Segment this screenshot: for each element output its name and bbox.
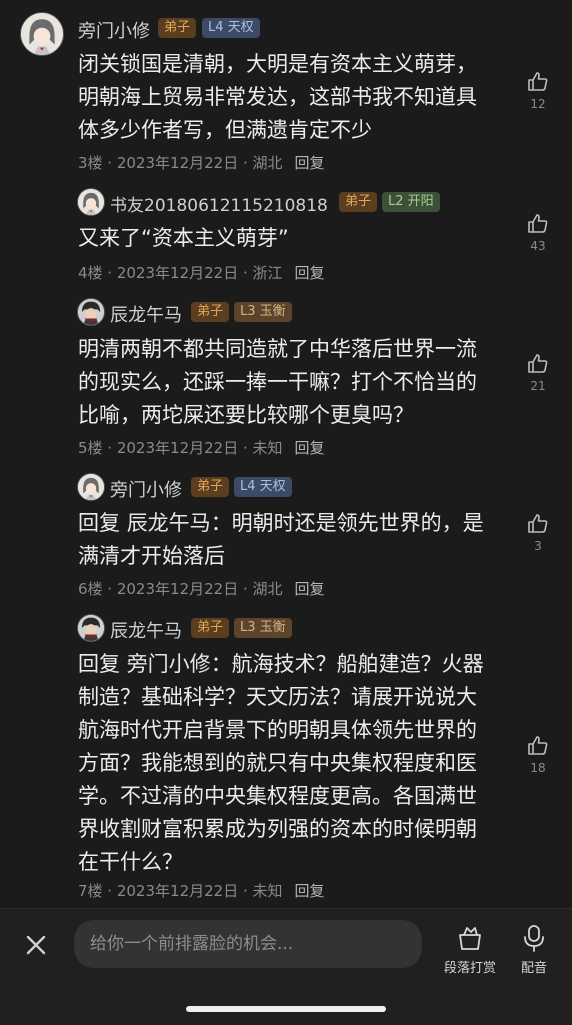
user-avatar[interactable] — [77, 614, 105, 642]
floor-date-location: 4楼 · 2023年12月22日 · 浙江 — [78, 264, 283, 282]
thumbs-up-icon — [528, 736, 548, 755]
disciple-badge: 弟子 — [191, 618, 230, 638]
like-button[interactable]: 43 — [522, 212, 554, 253]
disciple-badge: 弟子 — [158, 18, 197, 38]
tip-bag-icon — [459, 927, 481, 950]
disciple-badge: 弟子 — [191, 302, 230, 322]
comment-meta: 7楼 · 2023年12月22日 · 未知 回复 — [78, 880, 325, 901]
like-button[interactable]: 18 — [522, 734, 554, 775]
comment-meta: 3楼 · 2023年12月22日 · 湖北 回复 — [78, 152, 325, 173]
comment-meta: 5楼 · 2023年12月22日 · 未知 回复 — [78, 437, 325, 458]
reply-prefix: 回复 — [78, 511, 120, 535]
comment-text[interactable]: 又来了“资本主义萌芽” — [78, 222, 508, 255]
tip-label: 段落打赏 — [443, 961, 496, 976]
reply-button[interactable]: 回复 — [295, 580, 325, 598]
like-button[interactable]: 3 — [522, 512, 554, 553]
thumbs-up-icon — [528, 514, 548, 533]
like-count: 3 — [534, 539, 542, 553]
comment-input[interactable]: 给你一个前排露脸的机会... — [74, 920, 422, 968]
username[interactable]: 辰龙午马 — [110, 301, 182, 327]
username[interactable]: 辰龙午马 — [110, 617, 182, 643]
comment-text[interactable]: 回复 旁门小修：航海技术？船舶建造？火器 制造？基础科学？天文历法？请展开说说大… — [78, 648, 518, 879]
reply-button[interactable]: 回复 — [295, 264, 325, 282]
comment-text[interactable]: 明清两朝不都共同造就了中华落后世界一流 的现实么，还踩一捧一干嘛？打个不恰当的 … — [78, 333, 508, 432]
like-button[interactable]: 12 — [522, 70, 554, 111]
user-avatar[interactable] — [77, 188, 105, 216]
microphone-icon — [524, 925, 544, 952]
level-badge: L3 玉衡 — [234, 302, 292, 322]
paragraph-tip-button[interactable]: 段落打赏 — [440, 923, 500, 976]
like-count: 21 — [530, 379, 546, 393]
reply-button[interactable]: 回复 — [295, 439, 325, 457]
thumbs-up-icon — [528, 354, 548, 373]
disciple-badge: 弟子 — [191, 477, 230, 497]
reply-button[interactable]: 回复 — [295, 882, 325, 900]
level-badge: L2 开阳 — [382, 192, 440, 212]
like-button[interactable]: 21 — [522, 352, 554, 393]
username[interactable]: 书友20180612115210818 — [110, 191, 328, 216]
like-count: 12 — [530, 97, 546, 111]
voice-label: 配音 — [520, 961, 547, 976]
comment-text[interactable]: 闭关锁国是清朝，大明是有资本主义萌芽， 明朝海上贸易非常发达，这部书我不知道具 … — [78, 48, 508, 147]
level-badge: L3 玉衡 — [234, 618, 292, 638]
level-badge: L4 天权 — [234, 477, 292, 497]
mention-username[interactable]: 旁门小修 — [127, 652, 211, 676]
comment-list[interactable]: 旁门小修 弟子 L4 天权 闭关锁国是清朝，大明是有资本主义萌芽， 明朝海上贸易… — [0, 0, 572, 908]
mention-username[interactable]: 辰龙午马 — [127, 511, 211, 535]
comment-meta: 4楼 · 2023年12月22日 · 浙江 回复 — [78, 262, 325, 283]
username[interactable]: 旁门小修 — [78, 17, 150, 43]
user-avatar[interactable] — [20, 12, 64, 56]
reply-prefix: 回复 — [78, 652, 120, 676]
comment-text[interactable]: 回复 辰龙午马：明朝时还是领先世界的，是 满清才开始落后 — [78, 507, 508, 573]
voice-button[interactable]: 配音 — [512, 923, 556, 976]
floor-date-location: 3楼 · 2023年12月22日 · 湖北 — [78, 154, 283, 172]
user-avatar[interactable] — [77, 298, 105, 326]
close-button[interactable] — [22, 931, 50, 959]
floor-date-location: 5楼 · 2023年12月22日 · 未知 — [78, 439, 283, 457]
thumbs-up-icon — [528, 72, 548, 91]
reply-button[interactable]: 回复 — [295, 154, 325, 172]
floor-date-location: 6楼 · 2023年12月22日 · 湖北 — [78, 580, 283, 598]
disciple-badge: 弟子 — [339, 192, 378, 212]
floor-date-location: 7楼 · 2023年12月22日 · 未知 — [78, 882, 283, 900]
bottom-input-bar: 给你一个前排露脸的机会... 段落打赏 配音 — [0, 908, 572, 1025]
thumbs-up-icon — [528, 214, 548, 233]
close-icon — [26, 935, 46, 955]
input-placeholder: 给你一个前排露脸的机会... — [90, 934, 294, 954]
level-badge: L4 天权 — [202, 18, 260, 38]
user-avatar[interactable] — [77, 473, 105, 501]
like-count: 18 — [530, 761, 546, 775]
home-indicator[interactable] — [186, 1006, 386, 1012]
like-count: 43 — [530, 239, 546, 253]
comment-meta: 6楼 · 2023年12月22日 · 湖北 回复 — [78, 578, 325, 599]
username[interactable]: 旁门小修 — [110, 476, 182, 502]
